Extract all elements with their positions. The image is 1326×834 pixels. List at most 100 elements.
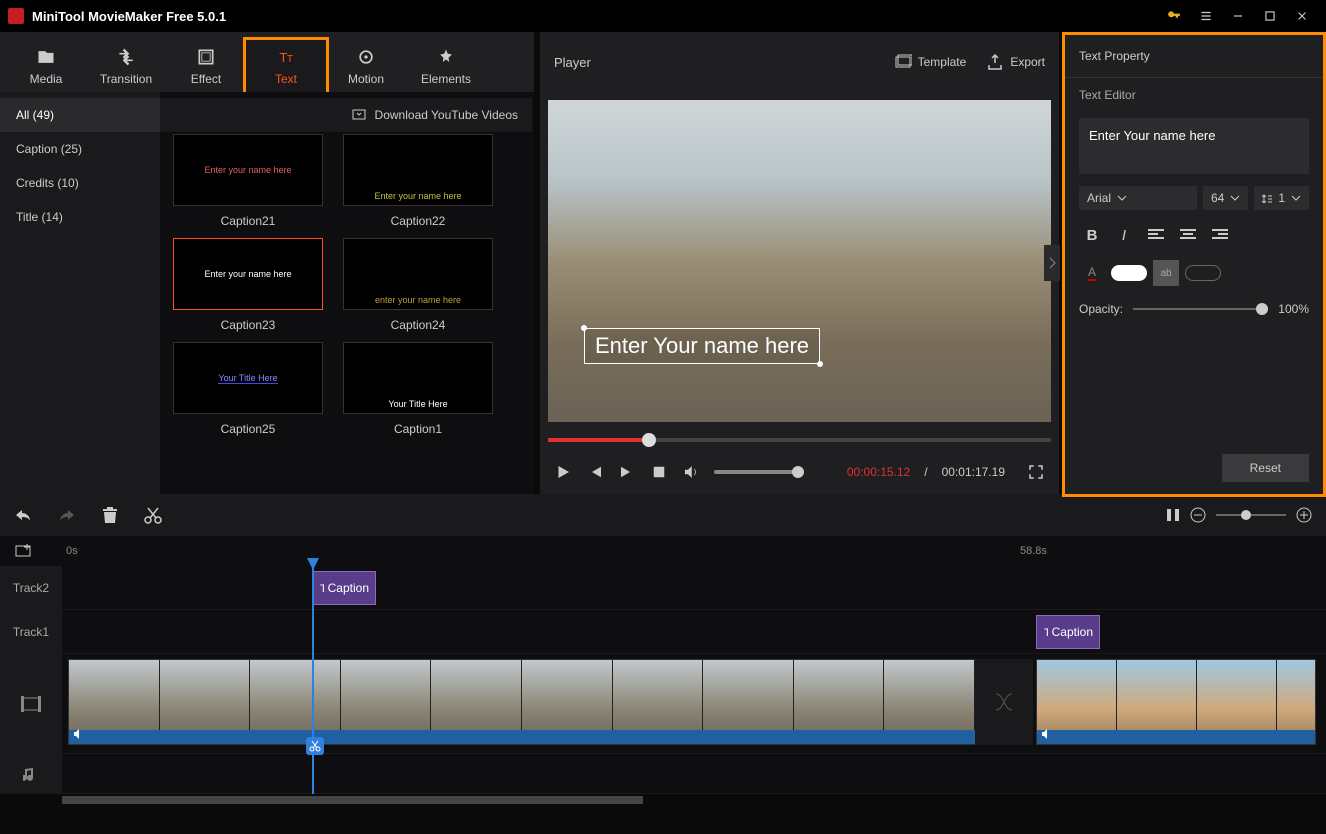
seek-knob[interactable] [642,433,656,447]
align-left-icon[interactable] [1143,222,1169,248]
stop-icon[interactable] [650,463,668,481]
player-title: Player [554,55,874,70]
expand-right-icon[interactable] [1044,245,1060,281]
highlight-icon[interactable]: ab [1153,260,1179,286]
thumb-caption23[interactable]: Enter your name here [173,238,323,310]
ruler-time-1: 58.8s [1020,545,1047,557]
playhead[interactable] [312,566,314,794]
track-2[interactable]: Track2 TCaption [0,566,1326,610]
track-label: Track2 [0,566,62,609]
volume-icon[interactable] [682,463,700,481]
delete-icon[interactable] [102,506,118,524]
thumb-caption25[interactable]: Your Title Here [173,342,323,414]
font-select[interactable]: Arial [1079,186,1197,210]
category-caption[interactable]: Caption (25) [0,132,160,166]
thumb-label: Caption22 [391,214,446,228]
thumb-caption24[interactable]: enter your name here [343,238,493,310]
zoom-out-icon[interactable] [1190,507,1206,523]
player-controls: 00:00:15.12 / 00:01:17.19 [540,450,1059,494]
menu-icon[interactable] [1190,0,1222,32]
audio-track[interactable] [0,754,1326,794]
video-track-icon [0,654,62,753]
track-label: Track1 [0,610,62,653]
video-clip-1[interactable] [68,659,976,745]
preview-area[interactable]: Enter Your name here [548,100,1051,422]
align-center-icon[interactable] [1175,222,1201,248]
svg-text:T: T [287,54,293,65]
tab-motion[interactable]: Motion [326,40,406,92]
thumb-caption22[interactable]: Enter your name here [343,134,493,206]
size-select[interactable]: 64 [1203,186,1248,210]
opacity-value: 100% [1278,302,1309,316]
cut-marker-icon[interactable] [306,737,324,755]
text-input[interactable]: Enter Your name here [1079,118,1309,174]
app-title: MiniTool MovieMaker Free 5.0.1 [32,9,1158,24]
download-bar: Download YouTube Videos [160,98,532,132]
seek-bar[interactable] [548,430,1051,450]
add-track-icon[interactable] [14,542,32,563]
speaker-icon [73,728,85,742]
tab-media[interactable]: Media [6,40,86,92]
volume-slider[interactable] [714,470,804,474]
thumb-label: Caption23 [221,318,276,332]
timeline-ruler[interactable]: 0s 58.8s [0,536,1326,566]
key-icon[interactable] [1158,0,1190,32]
time-sep: / [924,465,927,479]
category-all[interactable]: All (49) [0,98,160,132]
line-spacing-select[interactable]: 1 [1254,186,1309,210]
tab-media-label: Media [30,72,63,86]
zoom-slider[interactable] [1216,514,1286,516]
download-link[interactable]: Download YouTube Videos [375,108,518,122]
text-overlay[interactable]: Enter Your name here [584,328,820,364]
caption-clip-1[interactable]: TCaption [1036,615,1100,649]
minimize-icon[interactable] [1222,0,1254,32]
speaker-icon [1041,728,1053,742]
opacity-slider[interactable] [1133,308,1268,310]
tab-transition-label: Transition [100,72,152,86]
highlight-color-swatch[interactable] [1185,265,1221,281]
fullscreen-icon[interactable] [1027,463,1045,481]
redo-icon[interactable] [58,507,76,523]
text-color-swatch[interactable] [1111,265,1147,281]
left-panel: Media Transition Effect TTText Motion El… [0,32,534,494]
time-duration: 00:01:17.19 [942,465,1005,479]
text-color-icon[interactable]: A [1079,260,1105,286]
tab-transition[interactable]: Transition [86,40,166,92]
undo-icon[interactable] [14,507,32,523]
tab-text-label: Text [275,72,297,86]
property-header: Text Property [1065,35,1323,78]
maximize-icon[interactable] [1254,0,1286,32]
close-icon[interactable] [1286,0,1318,32]
transition-slot[interactable] [975,659,1033,745]
template-button[interactable]: Template [894,53,967,71]
category-credits[interactable]: Credits (10) [0,166,160,200]
play-icon[interactable] [554,463,572,481]
category-title[interactable]: Title (14) [0,200,160,234]
align-right-icon[interactable] [1207,222,1233,248]
export-button[interactable]: Export [986,53,1045,71]
category-list: All (49) Caption (25) Credits (10) Title… [0,92,160,494]
app-logo [8,8,24,24]
track-1[interactable]: Track1 TCaption [0,610,1326,654]
svg-text:T: T [320,583,324,594]
caption-clip-2[interactable]: TCaption [312,571,376,605]
fit-icon[interactable] [1166,507,1180,523]
bold-button[interactable]: B [1079,222,1105,248]
zoom-in-icon[interactable] [1296,507,1312,523]
next-frame-icon[interactable] [618,463,636,481]
timeline-scrollbar[interactable] [62,794,1326,806]
thumb-caption21[interactable]: Enter your name here [173,134,323,206]
thumb-caption1[interactable]: Your Title Here [343,342,493,414]
italic-button[interactable]: I [1111,222,1137,248]
prev-frame-icon[interactable] [586,463,604,481]
video-track[interactable] [0,654,1326,754]
reset-button[interactable]: Reset [1222,454,1309,482]
tab-elements[interactable]: Elements [406,40,486,92]
video-clip-2[interactable] [1036,659,1316,745]
split-icon[interactable] [144,506,162,524]
tab-elements-label: Elements [421,72,471,86]
thumbnail-grid: Enter your name hereCaption21 Enter your… [160,126,534,494]
tab-text[interactable]: TTText [246,40,326,92]
player-panel: Player Template Export Enter Your name h… [540,32,1059,494]
tab-effect[interactable]: Effect [166,40,246,92]
